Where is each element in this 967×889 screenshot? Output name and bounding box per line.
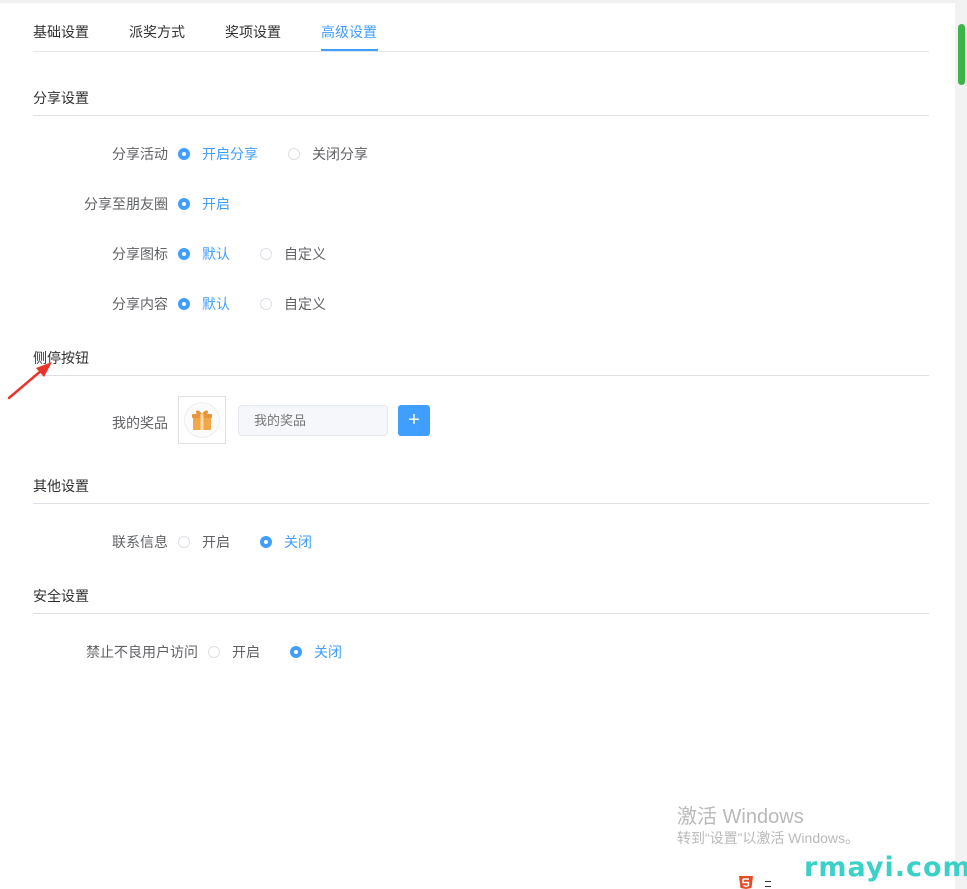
tab-prize-settings[interactable]: 奖项设置 [225,22,281,51]
radio-share-on[interactable]: 开启分享 [178,144,258,164]
active-tab-indicator [321,49,378,51]
other-divider [33,503,929,504]
radio-label: 开启 [232,644,260,660]
radio-label: 默认 [202,296,230,312]
radio-label: 关闭分享 [312,146,368,162]
my-prize-label: 我的奖品 [112,415,168,431]
gift-icon [192,410,212,430]
radio-moments-on[interactable]: 开启 [178,194,230,214]
radio-label: 关闭 [284,534,312,550]
tab-basic-settings[interactable]: 基础设置 [33,22,89,51]
radio-circle [290,646,302,658]
scrollbar-thumb[interactable] [958,24,965,85]
radio-block-off[interactable]: 关闭 [290,642,342,662]
windows-activation-subtitle: 转到“设置”以激活 Windows。 [677,830,860,846]
radio-circle [260,536,272,548]
add-button[interactable]: + [398,405,430,436]
share-divider [33,115,929,116]
radio-circle [178,198,190,210]
menu-icon [765,881,771,887]
share-activity-label: 分享活动 [112,146,168,162]
tab-advanced-settings[interactable]: 高级设置 [321,22,377,51]
radio-circle [260,248,272,260]
radio-label: 自定义 [284,246,326,262]
red-arrow-icon [7,362,52,400]
my-prize-input[interactable] [238,405,388,436]
radio-icon-custom[interactable]: 自定义 [260,244,326,264]
block-bad-users-label: 禁止不良用户访问 [86,644,198,660]
top-border [0,0,955,3]
share-icon-label: 分享图标 [112,246,168,262]
gift-icon-background [184,402,220,438]
radio-circle [288,148,300,160]
vertical-scrollbar[interactable] [955,0,967,889]
radio-label: 默认 [202,246,230,262]
radio-label: 开启 [202,534,230,550]
radio-content-default[interactable]: 默认 [178,294,230,314]
share-content-label: 分享内容 [112,296,168,312]
tab-award-method[interactable]: 派奖方式 [129,22,185,51]
other-settings-title: 其他设置 [33,478,89,494]
site-brand-watermark: rmayi.com [804,852,967,883]
radio-label: 关闭 [314,644,342,660]
settings-tabs: 基础设置 派奖方式 奖项设置 高级设置 [33,22,929,52]
radio-circle [178,148,190,160]
radio-circle [178,298,190,310]
radio-circle [260,298,272,310]
radio-block-on[interactable]: 开启 [208,642,260,662]
windows-activation-title: 激活 Windows [677,806,804,828]
share-settings-title: 分享设置 [33,90,89,106]
contact-info-label: 联系信息 [112,534,168,550]
radio-icon-default[interactable]: 默认 [178,244,230,264]
security-settings-title: 安全设置 [33,588,89,604]
radio-contact-off[interactable]: 关闭 [260,532,312,552]
radio-content-custom[interactable]: 自定义 [260,294,326,314]
radio-contact-on[interactable]: 开启 [178,532,230,552]
radio-circle [208,646,220,658]
radio-circle [178,248,190,260]
share-moments-label: 分享至朋友圈 [84,196,168,212]
side-button-divider [33,375,929,376]
security-divider [33,613,929,614]
radio-label: 开启 [202,196,230,212]
radio-label: 自定义 [284,296,326,312]
html5-icon [739,876,753,889]
radio-circle [178,536,190,548]
radio-label: 开启分享 [202,146,258,162]
radio-share-off[interactable]: 关闭分享 [288,144,368,164]
prize-icon-upload[interactable] [178,396,226,444]
